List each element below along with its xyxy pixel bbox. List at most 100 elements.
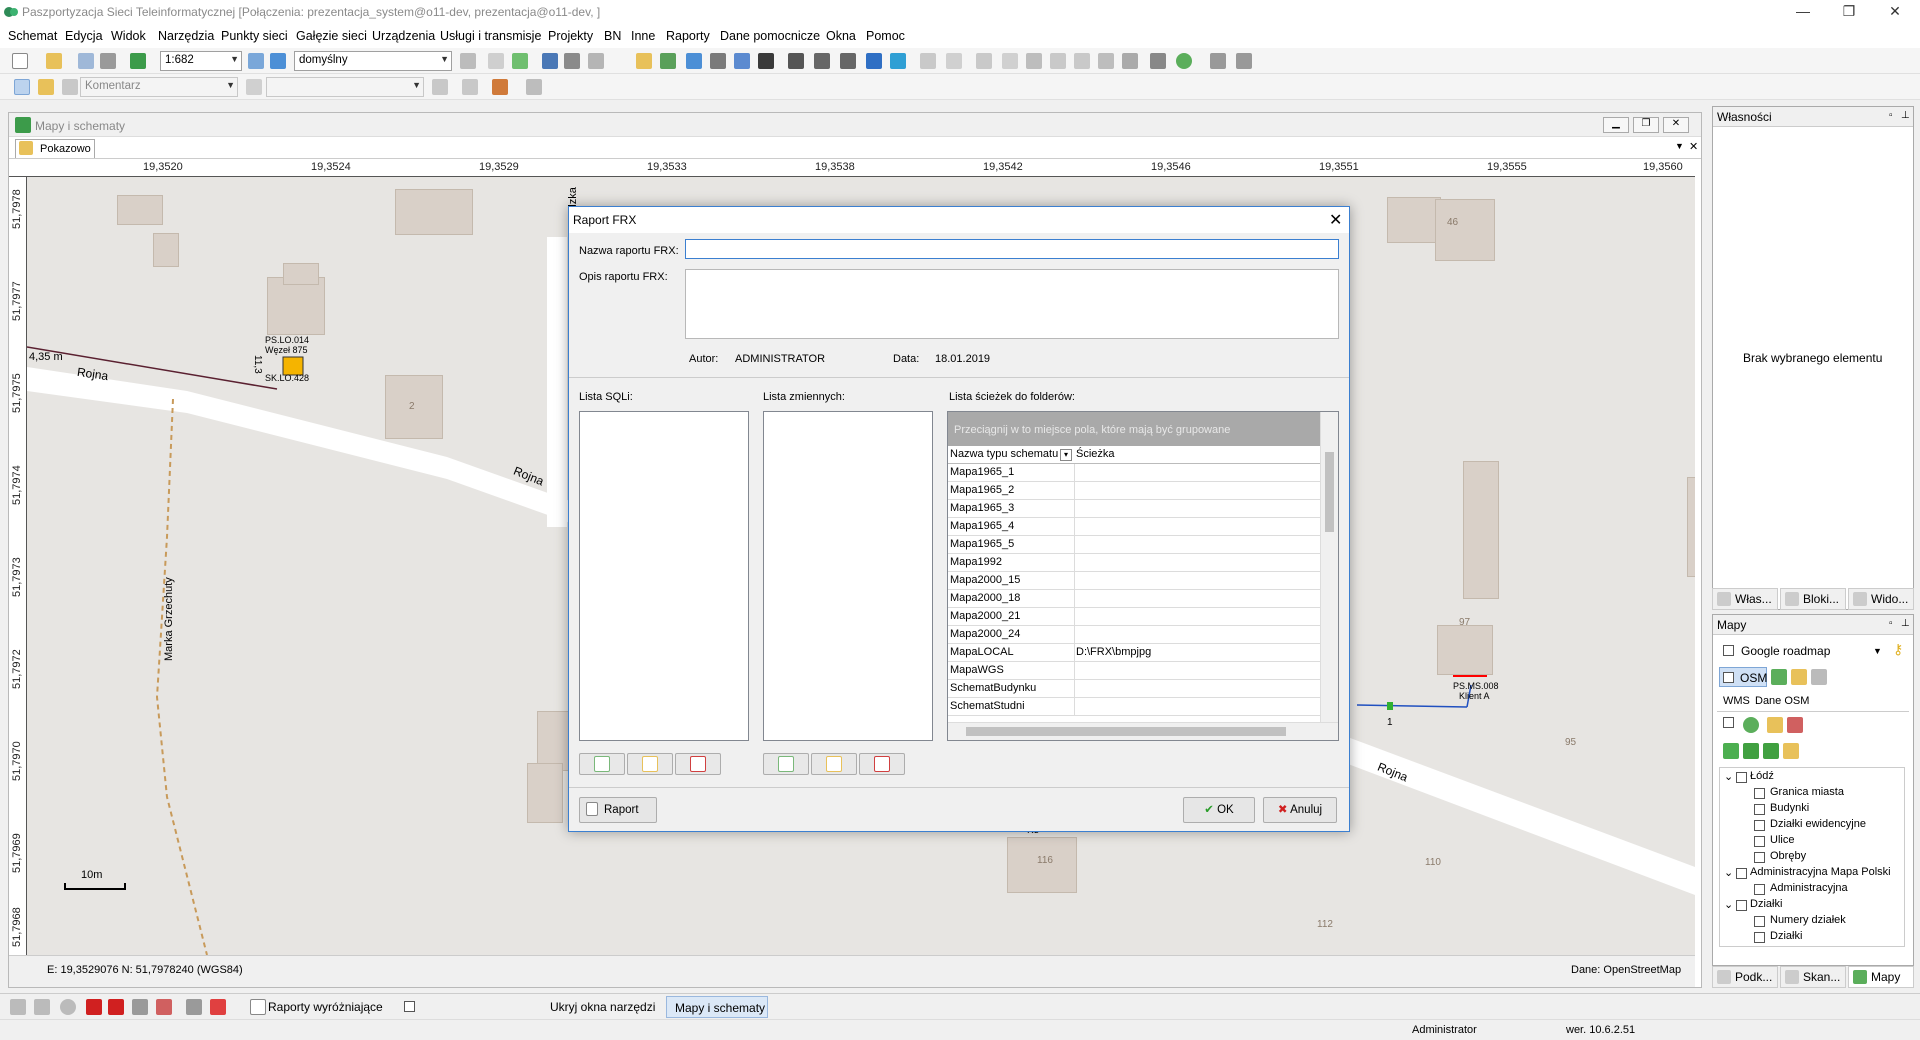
delete-icon[interactable] (1026, 53, 1042, 69)
refresh-icon[interactable] (130, 53, 146, 69)
tree-checkbox[interactable] (1754, 852, 1765, 863)
binoculars-icon[interactable] (564, 53, 580, 69)
resize-icon[interactable] (840, 53, 856, 69)
globe-icon[interactable] (686, 53, 702, 69)
tree-checkbox[interactable] (1754, 916, 1765, 927)
draw-icon[interactable] (62, 79, 78, 95)
comment-combo[interactable]: Komentarz ▼ (80, 77, 238, 97)
filter-icon[interactable] (588, 53, 604, 69)
table-row[interactable]: Mapa2000_15 (948, 572, 1320, 590)
expand-icon[interactable] (890, 53, 906, 69)
sql-listbox[interactable] (579, 411, 749, 741)
tree-item[interactable]: Numery działek (1770, 914, 1846, 926)
tree-checkbox[interactable] (1736, 868, 1747, 879)
grid-vscrollbar[interactable] (1320, 412, 1338, 722)
osm-checkbox[interactable] (1723, 672, 1734, 683)
close-window-button[interactable]: ✕ (1872, 0, 1918, 26)
tree-item[interactable]: Łódź (1750, 770, 1774, 782)
tool-icon[interactable] (920, 53, 936, 69)
col-name-header[interactable]: Nazwa typu schematu (950, 448, 1058, 460)
tab-wlasnosci[interactable]: Włas... (1712, 588, 1778, 610)
layout-icon[interactable] (758, 53, 774, 69)
image-icon[interactable] (660, 53, 676, 69)
copy-icon[interactable] (488, 53, 504, 69)
menu-dane-pomocnicze[interactable]: Dane pomocnicze (720, 29, 820, 43)
tool-icon[interactable] (156, 999, 172, 1015)
raport-button[interactable]: Raport (579, 797, 657, 823)
menu-narzedzia[interactable]: Narzędzia (158, 29, 214, 43)
tree-item[interactable]: Granica miasta (1770, 786, 1844, 798)
table-row[interactable]: Mapa1965_5 (948, 536, 1320, 554)
columns-icon[interactable] (710, 53, 726, 69)
table-row[interactable]: SchematStudni (948, 698, 1320, 716)
tool-icon[interactable] (10, 999, 26, 1015)
globe-icon[interactable] (1771, 669, 1787, 685)
table-row[interactable]: Mapa1965_3 (948, 500, 1320, 518)
tab-wms[interactable]: WMS (1723, 695, 1750, 707)
menu-galezie-sieci[interactable]: Gałęzie sieci (296, 29, 367, 43)
tool7-icon[interactable] (1098, 53, 1114, 69)
table-icon[interactable] (542, 53, 558, 69)
route-icon[interactable] (1150, 53, 1166, 69)
tree-item[interactable]: Administracyjna Mapa Polski (1750, 866, 1891, 878)
tree-expander-icon[interactable]: ⌄ (1724, 770, 1733, 783)
map-close-button[interactable]: ✕ (1663, 117, 1689, 133)
scroll-thumb[interactable] (1325, 452, 1334, 532)
tool-icon[interactable] (132, 999, 148, 1015)
delete-sql-button[interactable] (675, 753, 721, 775)
open-folder-icon[interactable] (46, 53, 62, 69)
corner-icon[interactable] (788, 53, 804, 69)
style-combo[interactable]: domyślny ▼ (294, 51, 452, 71)
menu-pomoc[interactable]: Pomoc (866, 29, 905, 43)
add-sql-button[interactable] (579, 753, 625, 775)
polyline-icon[interactable] (462, 79, 478, 95)
wms-remove-icon[interactable] (1787, 717, 1803, 733)
table-row[interactable]: Mapa1965_1 (948, 464, 1320, 482)
paths-grid[interactable]: Przeciągnij w to miejsce pola, które maj… (947, 411, 1339, 741)
tool-icon[interactable] (186, 999, 202, 1015)
tree-checkbox[interactable] (1754, 788, 1765, 799)
tree-checkbox[interactable] (1754, 932, 1765, 943)
table-row[interactable]: Mapa1965_4 (948, 518, 1320, 536)
panel-menu-icon[interactable]: ▫ (1889, 618, 1893, 629)
grid-hscrollbar[interactable] (948, 722, 1338, 740)
tool4-icon[interactable] (1002, 53, 1018, 69)
menu-urzadzenia[interactable]: Urządzenia (372, 29, 435, 43)
x-tool-icon[interactable] (210, 999, 226, 1015)
tab-bloki[interactable]: Bloki... (1780, 588, 1846, 610)
table-row[interactable]: MapaWGS (948, 662, 1320, 680)
menu-okna[interactable]: Okna (826, 29, 856, 43)
tab-dropdown-icon[interactable]: ▼ (1675, 141, 1684, 151)
layer-icon[interactable] (460, 53, 476, 69)
secondary-combo[interactable]: ▼ (266, 77, 424, 97)
tree-item[interactable]: Ulice (1770, 834, 1794, 846)
menu-projekty[interactable]: Projekty (548, 29, 593, 43)
map-icon[interactable] (512, 53, 528, 69)
tool-icon[interactable] (34, 999, 50, 1015)
tab-widoki[interactable]: Wido... (1848, 588, 1914, 610)
menu-uslugi[interactable]: Usługi i transmisje (440, 29, 541, 43)
tree-item[interactable]: Budynki (1770, 802, 1809, 814)
menu-punkty-sieci[interactable]: Punkty sieci (221, 29, 288, 43)
edit-layer-icon[interactable] (1791, 669, 1807, 685)
report-desc-textarea[interactable] (685, 269, 1339, 339)
restore-button[interactable]: ❐ (1826, 0, 1872, 26)
edit-sql-button[interactable] (627, 753, 673, 775)
tool6-icon[interactable] (1074, 53, 1090, 69)
tree-checkbox[interactable] (1754, 884, 1765, 895)
osm-toggle[interactable]: OSM (1719, 667, 1767, 687)
tool8-icon[interactable] (1122, 53, 1138, 69)
minimize-button[interactable]: — (1780, 0, 1826, 26)
key-icon[interactable]: ⚷ (1893, 641, 1903, 658)
wms-globe-icon[interactable] (1743, 717, 1759, 733)
delete-var-button[interactable] (859, 753, 905, 775)
move-up-icon[interactable] (1743, 743, 1759, 759)
table-row[interactable]: Mapa2000_21 (948, 608, 1320, 626)
eraser-icon[interactable] (1811, 669, 1827, 685)
menu-widok[interactable]: Widok (111, 29, 146, 43)
tree-checkbox[interactable] (1736, 772, 1747, 783)
person2-icon[interactable] (1236, 53, 1252, 69)
menu-edycja[interactable]: Edycja (65, 29, 103, 43)
print-icon[interactable] (100, 53, 116, 69)
tool5-icon[interactable] (1050, 53, 1066, 69)
